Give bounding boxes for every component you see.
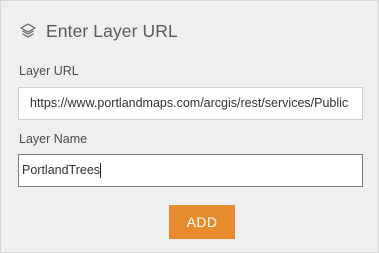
add-layer-panel: Enter Layer URL Layer URL https://www.po… [0,0,379,253]
panel-title: Enter Layer URL [46,20,178,41]
layers-icon [19,22,37,40]
layer-url-label: Layer URL [19,64,79,78]
text-caret [100,163,102,178]
layer-name-value: PortlandTrees [22,163,101,177]
panel-header: Enter Layer URL [19,19,178,43]
add-button[interactable]: ADD [169,205,235,239]
layer-url-value: https://www.portlandmaps.com/arcgis/rest… [30,96,349,110]
layer-name-input[interactable]: PortlandTrees [18,154,363,187]
layer-name-label: Layer Name [19,132,88,146]
layer-url-input[interactable]: https://www.portlandmaps.com/arcgis/rest… [18,87,363,120]
